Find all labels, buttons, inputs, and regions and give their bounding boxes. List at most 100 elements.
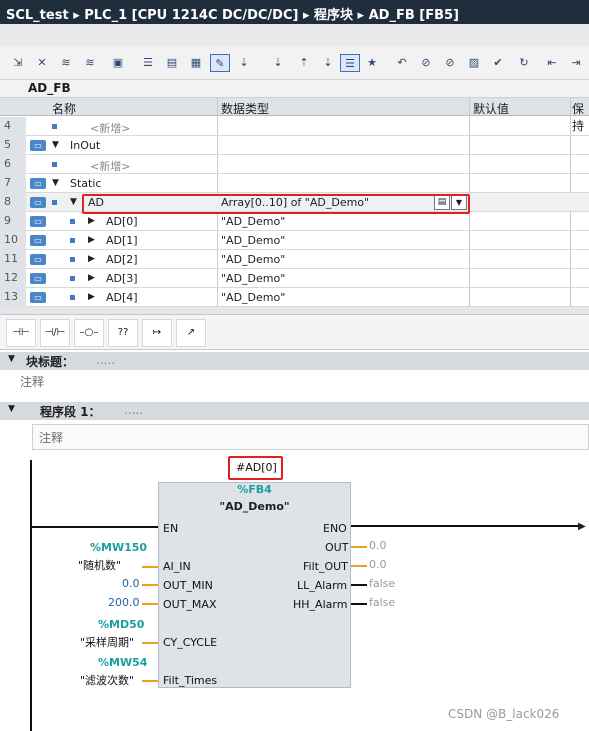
close-branch-icon[interactable]: ↗ — [176, 319, 206, 347]
header-default[interactable]: 默认值 — [473, 100, 509, 117]
row-type[interactable]: "AD_Demo" — [221, 253, 285, 266]
check-icon[interactable]: ✔ — [488, 54, 508, 72]
collapse-icon[interactable]: ▼ — [8, 404, 15, 414]
pin-out: OUT — [325, 541, 349, 554]
instance-name[interactable]: #AD[0] — [236, 461, 277, 474]
row-type[interactable]: "AD_Demo" — [221, 215, 285, 228]
network-label: 程序段 1： — [40, 405, 101, 419]
interface-row[interactable]: 5 ▭ ▼ InOut — [0, 136, 589, 155]
operand-address[interactable]: %MD50 — [98, 618, 144, 631]
interface-row[interactable]: 7 ▭ ▼ Static — [0, 174, 589, 193]
interface-row[interactable]: 11 ▭ ▶ AD[2] "AD_Demo" — [0, 250, 589, 269]
snapshot-icon[interactable]: ▨ — [464, 54, 484, 72]
delete-row-icon[interactable]: ✕ — [32, 54, 52, 72]
row-name[interactable]: AD[2] — [106, 253, 138, 266]
interface-row[interactable]: 10 ▭ ▶ AD[1] "AD_Demo" — [0, 231, 589, 250]
expand-icon[interactable]: ▶ — [88, 235, 95, 245]
sort-icon[interactable]: ⇣ — [318, 54, 338, 72]
row-type[interactable]: "AD_Demo" — [221, 272, 285, 285]
upload-icon[interactable]: ⇡ — [294, 54, 314, 72]
interface-row[interactable]: 4 <新增> — [0, 117, 589, 136]
network-comment[interactable]: 注释 — [39, 429, 63, 446]
interface-row[interactable]: 6 <新增> — [0, 155, 589, 174]
block-title-header[interactable]: ▼ 块标题： ..... — [0, 352, 589, 370]
interface-row[interactable]: 13 ▭ ▶ AD[4] "AD_Demo" — [0, 288, 589, 307]
view-grid-icon[interactable]: ▦ — [186, 54, 206, 72]
expand-icon[interactable]: ▶ — [88, 273, 95, 283]
output-wire — [351, 603, 367, 605]
fb-name: "AD_Demo" — [219, 500, 290, 513]
row-type[interactable]: "AD_Demo" — [221, 291, 285, 304]
reset-icon[interactable]: ⊘ — [440, 54, 460, 72]
no-contact-icon[interactable]: ⊣⊢ — [6, 319, 36, 347]
row-name[interactable]: InOut — [70, 139, 100, 152]
interface-row[interactable]: 9 ▭ ▶ AD[0] "AD_Demo" — [0, 212, 589, 231]
interface-row[interactable]: 12 ▭ ▶ AD[3] "AD_Demo" — [0, 269, 589, 288]
collapse-icon[interactable]: ▼ — [52, 140, 59, 150]
row-number: 6 — [0, 155, 26, 174]
operand-address[interactable]: %MW54 — [98, 656, 147, 669]
header-type[interactable]: 数据类型 — [221, 100, 269, 117]
row-name[interactable]: <新增> — [90, 158, 130, 174]
collapse-icon[interactable]: ▼ — [52, 178, 59, 188]
collapse-all-icon[interactable]: ≋ — [80, 54, 100, 72]
insert-row-icon[interactable]: ⇲ — [8, 54, 28, 72]
expand-icon[interactable]: ▶ — [88, 216, 95, 226]
row-name[interactable]: <新增> — [90, 120, 130, 136]
empty-box-icon[interactable]: ?? — [108, 319, 138, 347]
expand-icon[interactable]: ▶ — [88, 292, 95, 302]
expand-icon[interactable]: ▶ — [88, 254, 95, 264]
row-name[interactable]: AD[4] — [106, 291, 138, 304]
header-name[interactable]: 名称 — [52, 100, 76, 117]
network-title-value[interactable]: ..... — [124, 403, 143, 417]
row-name[interactable]: AD[1] — [106, 234, 138, 247]
comment-icon[interactable]: ✎ — [210, 54, 230, 72]
operand-symbol[interactable]: "采样周期" — [80, 634, 134, 650]
block-comment[interactable]: 注释 — [20, 373, 44, 390]
operand-value[interactable]: 200.0 — [108, 596, 140, 609]
block-title-value[interactable]: ..... — [96, 353, 115, 367]
sync-icon[interactable]: ↻ — [514, 54, 534, 72]
collapse-icon[interactable]: ▼ — [8, 354, 15, 364]
download-icon[interactable]: ⇣ — [268, 54, 288, 72]
operand-symbol[interactable]: "滤波次数" — [80, 672, 134, 688]
list-icon[interactable]: ☰ — [340, 54, 360, 72]
indent-icon[interactable]: ⇤ — [542, 54, 562, 72]
operand-address[interactable]: %MW150 — [90, 541, 147, 554]
output-value[interactable]: false — [369, 596, 395, 609]
pin-cy-cycle: CY_CYCLE — [163, 636, 218, 649]
coil-icon[interactable]: –○– — [74, 319, 104, 347]
network-comment-box[interactable]: 注释 — [32, 424, 589, 450]
row-number: 7 — [0, 174, 26, 193]
open-branch-icon[interactable]: ↦ — [142, 319, 172, 347]
expand-all-icon[interactable]: ≋ — [56, 54, 76, 72]
operand-symbol[interactable]: "随机数" — [78, 557, 121, 573]
view-detail-icon[interactable]: ▤ — [162, 54, 182, 72]
favorite-icon[interactable]: ★ — [362, 54, 382, 72]
scrollbar[interactable] — [0, 307, 589, 314]
row-number: 10 — [0, 231, 26, 250]
monitor-icon[interactable]: ▣ — [108, 54, 128, 72]
en-wire — [32, 526, 158, 528]
output-value[interactable]: 0.0 — [369, 558, 387, 571]
operand-value[interactable]: 0.0 — [122, 577, 140, 590]
nc-contact-icon[interactable]: ⊣/⊢ — [40, 319, 70, 347]
outdent-icon[interactable]: ⇥ — [566, 54, 586, 72]
row-name[interactable]: Static — [70, 177, 101, 190]
power-rail — [30, 460, 32, 731]
view-list-icon[interactable]: ☰ — [138, 54, 158, 72]
output-value[interactable]: false — [369, 577, 395, 590]
output-wire — [351, 546, 367, 548]
static-icon: ▭ — [30, 254, 46, 265]
row-type[interactable]: "AD_Demo" — [221, 234, 285, 247]
row-name[interactable]: AD[0] — [106, 215, 138, 228]
function-block[interactable]: %FB4 "AD_Demo" EN ENO OUT AI_IN Filt_OUT… — [158, 482, 351, 688]
collapse-icon[interactable]: ▼ — [70, 197, 77, 207]
row-name[interactable]: AD[3] — [106, 272, 138, 285]
stop-icon[interactable]: ⊘ — [416, 54, 436, 72]
network-header[interactable]: ▼ 程序段 1： ..... — [0, 402, 589, 420]
row-number: 8 — [0, 193, 26, 212]
output-value[interactable]: 0.0 — [369, 539, 387, 552]
go-to-icon[interactable]: ⇣ — [234, 54, 254, 72]
call-icon[interactable]: ↶ — [392, 54, 412, 72]
